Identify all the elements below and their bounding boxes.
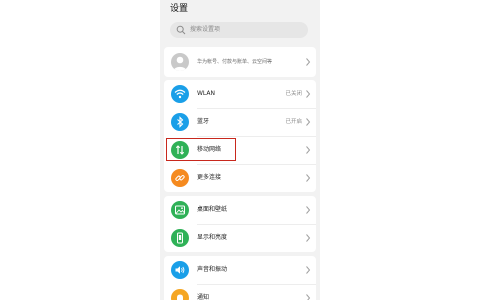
chevron-right-icon — [306, 206, 311, 214]
wifi-icon — [171, 85, 189, 103]
settings-item-status: 已开启 — [285, 119, 302, 125]
settings-item-status: 已关闭 — [285, 91, 302, 97]
settings-item-label: 桌面和壁纸 — [197, 206, 228, 213]
chevron-right-icon — [306, 294, 311, 300]
settings-item-label: 蓝牙 — [197, 118, 210, 125]
settings-item-display[interactable]: 显示和亮度 — [164, 224, 316, 252]
chevron-right-icon — [306, 58, 311, 66]
settings-item-wallpaper[interactable]: 桌面和壁纸 — [164, 196, 316, 224]
settings-item-bluetooth[interactable]: 蓝牙 已开启 — [164, 108, 316, 136]
search-icon — [176, 25, 186, 35]
chevron-right-icon — [306, 118, 311, 126]
settings-item-wlan[interactable]: WLAN 已关闭 — [164, 80, 316, 108]
sound-card: 声音和振动 通知 — [164, 256, 316, 300]
avatar — [171, 53, 189, 71]
chevron-right-icon — [306, 146, 311, 154]
bluetooth-icon — [171, 113, 189, 131]
wallpaper-icon — [171, 201, 189, 219]
settings-item-label: WLAN — [197, 90, 216, 97]
display-card: 桌面和壁纸 显示和亮度 — [164, 196, 316, 252]
network-card: WLAN 已关闭 蓝牙 已开启 移动网络 更多连接 — [164, 80, 316, 192]
chevron-right-icon — [306, 90, 311, 98]
highlight-box — [166, 138, 236, 161]
settings-item-notifications[interactable]: 通知 — [164, 284, 316, 300]
search-placeholder: 搜索设置项 — [190, 26, 221, 33]
notification-icon — [171, 289, 189, 300]
person-icon — [173, 56, 187, 71]
settings-item-label: 通知 — [197, 294, 210, 300]
account-card[interactable]: 华为帐号、付款与账单、云空间等 — [164, 47, 316, 77]
sound-icon — [171, 261, 189, 279]
settings-item-label: 更多连接 — [197, 174, 222, 181]
chevron-right-icon — [306, 234, 311, 242]
settings-item-label: 声音和振动 — [197, 266, 228, 273]
page-title: 设置 — [170, 4, 189, 14]
settings-item-more-connections[interactable]: 更多连接 — [164, 164, 316, 192]
search-input[interactable]: 搜索设置项 — [170, 22, 308, 38]
display-icon — [171, 229, 189, 247]
settings-item-sound[interactable]: 声音和振动 — [164, 256, 316, 284]
account-subtitle: 华为帐号、付款与账单、云空间等 — [197, 59, 273, 65]
chevron-right-icon — [306, 266, 311, 274]
chevron-right-icon — [306, 174, 311, 182]
settings-item-label: 显示和亮度 — [197, 234, 228, 241]
link-icon — [171, 169, 189, 187]
